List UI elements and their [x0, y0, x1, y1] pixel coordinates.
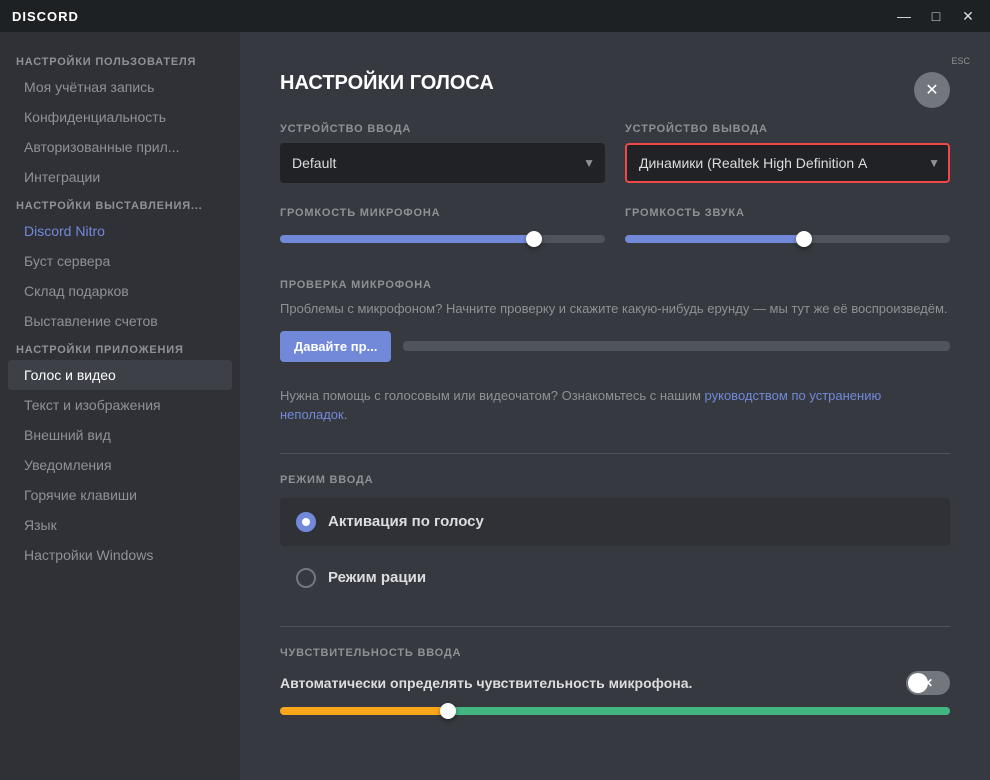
- sound-volume-label: ГРОМКОСТЬ ЗВУКА: [625, 207, 950, 219]
- sidebar-section-app-settings: НАСТРОЙКИ ПРИЛОЖЕНИЯ Голос и видео Текст…: [0, 336, 240, 570]
- output-device-select[interactable]: Динамики (Realtek High Definition А: [625, 143, 950, 183]
- sound-volume-fill: [625, 235, 804, 243]
- titlebar: DISCORD — □ ✕: [0, 0, 990, 32]
- radio-voice-activation-circle: [296, 512, 316, 532]
- output-device-col: УСТРОЙСТВО ВЫВОДА Динамики (Realtek High…: [625, 123, 950, 183]
- sidebar-section-billing: НАСТРОЙКИ ВЫСТАВЛЕНИЯ... Discord Nitro Б…: [0, 192, 240, 336]
- volume-section: ГРОМКОСТЬ МИКРОФОНА ГРОМКОСТЬ ЗВУКА: [280, 207, 950, 251]
- output-device-label: УСТРОЙСТВО ВЫВОДА: [625, 123, 950, 135]
- sensitivity-slider-track[interactable]: [280, 707, 950, 715]
- volume-slider-row: ГРОМКОСТЬ МИКРОФОНА ГРОМКОСТЬ ЗВУКА: [280, 207, 950, 251]
- mic-check-row: Давайте пр...: [280, 331, 950, 362]
- sidebar-item-gift-inventory[interactable]: Склад подарков: [8, 276, 232, 306]
- sensitivity-auto-toggle[interactable]: ✕: [906, 671, 950, 695]
- divider-2: [280, 626, 950, 627]
- sidebar-item-integrations[interactable]: Интеграции: [8, 162, 232, 192]
- output-device-wrapper: Динамики (Realtek High Definition А ▼: [625, 143, 950, 183]
- sensitivity-auto-row: Автоматически определять чувствительност…: [280, 671, 950, 695]
- minimize-button[interactable]: —: [894, 6, 914, 26]
- sensitivity-fill-yellow: [280, 707, 448, 715]
- window-controls: — □ ✕: [894, 6, 978, 26]
- sidebar-item-keybinds[interactable]: Горячие клавиши: [8, 480, 232, 510]
- main-content: ✕ ESC НАСТРОЙКИ ГОЛОСА УСТРОЙСТВО ВВОДА …: [240, 32, 990, 780]
- mic-volume-col: ГРОМКОСТЬ МИКРОФОНА: [280, 207, 605, 251]
- page-title: НАСТРОЙКИ ГОЛОСА: [280, 72, 950, 95]
- sidebar-section-label-billing: НАСТРОЙКИ ВЫСТАВЛЕНИЯ...: [0, 192, 240, 216]
- sidebar-item-privacy[interactable]: Конфиденциальность: [8, 102, 232, 132]
- maximize-button[interactable]: □: [926, 6, 946, 26]
- sidebar-item-server-boost[interactable]: Буст сервера: [8, 246, 232, 276]
- sidebar-section-label-user: НАСТРОЙКИ ПОЛЬЗОВАТЕЛЯ: [0, 48, 240, 72]
- mic-meter: [403, 341, 950, 351]
- esc-label: ESC: [951, 56, 970, 66]
- sidebar-item-appearance[interactable]: Внешний вид: [8, 420, 232, 450]
- sensitivity-title: ЧУВСТВИТЕЛЬНОСТЬ ВВОДА: [280, 647, 950, 659]
- settings-close-button[interactable]: ✕: [914, 72, 950, 108]
- input-device-wrapper: Default ▼: [280, 143, 605, 183]
- sidebar-item-discord-nitro[interactable]: Discord Nitro: [8, 216, 232, 246]
- sidebar: НАСТРОЙКИ ПОЛЬЗОВАТЕЛЯ Моя учётная запис…: [0, 32, 240, 780]
- mic-volume-track: [280, 235, 605, 243]
- toggle-x-icon: ✕: [923, 676, 933, 690]
- device-section: УСТРОЙСТВО ВВОДА Default ▼ УСТРОЙСТВО ВЫ…: [280, 123, 950, 183]
- sensitivity-slider-container: [280, 707, 950, 715]
- mic-check-title: ПРОВЕРКА МИКРОФОНА: [280, 279, 950, 291]
- sensitivity-fill-green: [448, 707, 951, 715]
- divider: [280, 453, 950, 454]
- sidebar-item-windows-settings[interactable]: Настройки Windows: [8, 540, 232, 570]
- sidebar-section-user-settings: НАСТРОЙКИ ПОЛЬЗОВАТЕЛЯ Моя учётная запис…: [0, 48, 240, 192]
- help-text-static: Нужна помощь с голосовым или видеочатом?…: [280, 388, 705, 403]
- input-device-label: УСТРОЙСТВО ВВОДА: [280, 123, 605, 135]
- app-title: DISCORD: [12, 9, 79, 24]
- input-mode-title: РЕЖИМ ВВОДА: [280, 474, 950, 486]
- sidebar-item-my-account[interactable]: Моя учётная запись: [8, 72, 232, 102]
- sensitivity-section: ЧУВСТВИТЕЛЬНОСТЬ ВВОДА Автоматически опр…: [280, 647, 950, 715]
- sidebar-item-notifications[interactable]: Уведомления: [8, 450, 232, 480]
- mic-check-description: Проблемы с микрофоном? Начните проверку …: [280, 299, 950, 319]
- radio-voice-activation-dot: [302, 518, 310, 526]
- mic-volume-slider[interactable]: [280, 227, 605, 251]
- radio-push-to-talk-label: Режим рации: [328, 569, 426, 586]
- mic-volume-thumb[interactable]: [526, 231, 542, 247]
- sidebar-item-text-images[interactable]: Текст и изображения: [8, 390, 232, 420]
- sidebar-item-language[interactable]: Язык: [8, 510, 232, 540]
- help-text: Нужна помощь с голосовым или видеочатом?…: [280, 386, 950, 425]
- app-container: НАСТРОЙКИ ПОЛЬЗОВАТЕЛЯ Моя учётная запис…: [0, 32, 990, 780]
- close-icon: ✕: [925, 80, 938, 100]
- sidebar-section-label-app: НАСТРОЙКИ ПРИЛОЖЕНИЯ: [0, 336, 240, 360]
- radio-push-to-talk-circle: [296, 568, 316, 588]
- sound-volume-slider[interactable]: [625, 227, 950, 251]
- mic-volume-fill: [280, 235, 534, 243]
- sidebar-item-voice-video[interactable]: Голос и видео: [8, 360, 232, 390]
- sensitivity-auto-label: Автоматически определять чувствительност…: [280, 675, 692, 691]
- radio-voice-activation[interactable]: Активация по голосу: [280, 498, 950, 546]
- input-mode-section: РЕЖИМ ВВОДА Активация по голосу Режим ра…: [280, 474, 950, 602]
- window-close-button[interactable]: ✕: [958, 6, 978, 26]
- mic-volume-label: ГРОМКОСТЬ МИКРОФОНА: [280, 207, 605, 219]
- sidebar-item-billing[interactable]: Выставление счетов: [8, 306, 232, 336]
- input-device-select[interactable]: Default: [280, 143, 605, 183]
- input-device-col: УСТРОЙСТВО ВВОДА Default ▼: [280, 123, 605, 183]
- sound-volume-thumb[interactable]: [796, 231, 812, 247]
- mic-test-button[interactable]: Давайте пр...: [280, 331, 391, 362]
- sidebar-item-authorized-apps[interactable]: Авторизованные прил...: [8, 132, 232, 162]
- sound-volume-col: ГРОМКОСТЬ ЗВУКА: [625, 207, 950, 251]
- radio-push-to-talk[interactable]: Режим рации: [280, 554, 950, 602]
- sound-volume-track: [625, 235, 950, 243]
- sensitivity-thumb[interactable]: [440, 703, 456, 719]
- radio-voice-activation-label: Активация по голосу: [328, 513, 484, 530]
- close-area: ✕ ESC: [951, 52, 970, 66]
- mic-check-section: ПРОВЕРКА МИКРОФОНА Проблемы с микрофоном…: [280, 279, 950, 362]
